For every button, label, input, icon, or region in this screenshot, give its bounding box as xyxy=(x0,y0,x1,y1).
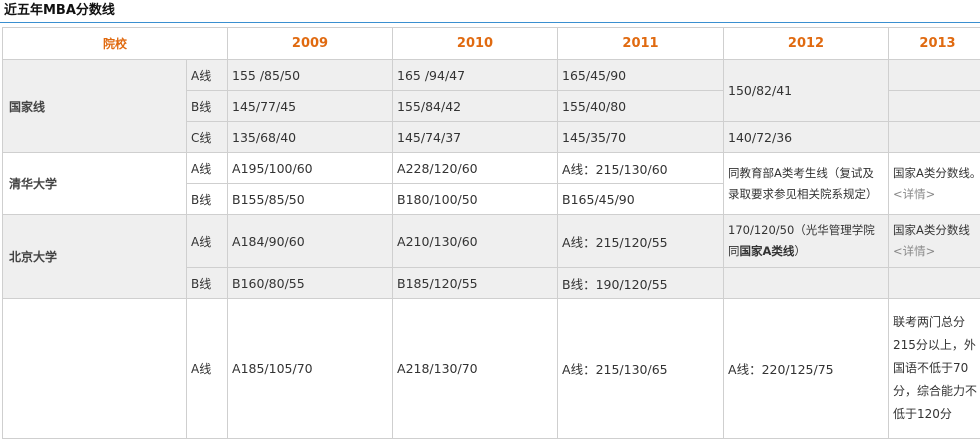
score-cell: A185/105/70 xyxy=(227,298,394,439)
score-cell: A195/100/60 xyxy=(227,152,394,184)
score-cell: 135/68/40 xyxy=(227,121,394,153)
score-cell: B155/85/50 xyxy=(227,183,394,215)
score-cell: A184/90/60 xyxy=(227,214,394,268)
note-text: ） xyxy=(794,244,806,258)
score-cell xyxy=(888,90,980,122)
header-year-2009: 2009 xyxy=(227,27,394,60)
page-title: 近五年MBA分数线 xyxy=(0,0,980,23)
note-text: 国家A类分数线 xyxy=(893,223,970,237)
score-note: 国家A类分数线。 <详情> xyxy=(888,152,980,215)
score-cell: 165/45/90 xyxy=(557,59,725,91)
line-type: A线 xyxy=(185,298,229,439)
line-type: C线 xyxy=(185,121,229,153)
header-year-2012: 2012 xyxy=(723,27,890,60)
mba-score-table: 院校 2009 2010 2011 2012 2013 国家线 A线 155 /… xyxy=(1,27,980,439)
header-year-2013: 2013 xyxy=(888,27,980,60)
score-cell: A线：215/130/65 xyxy=(557,298,725,439)
header-year-2011: 2011 xyxy=(557,27,725,60)
score-cell: A线：215/130/60 xyxy=(557,152,725,184)
school-unnamed xyxy=(2,298,187,439)
score-cell: 155 /85/50 xyxy=(227,59,394,91)
line-type: B线 xyxy=(185,183,229,215)
school-guojia: 国家线 xyxy=(2,59,187,153)
score-cell: B165/45/90 xyxy=(557,183,725,215)
header-year-2010: 2010 xyxy=(392,27,559,60)
score-note: 国家A类分数线 <详情> xyxy=(888,214,980,268)
score-cell xyxy=(888,59,980,91)
score-cell: A线：220/125/75 xyxy=(723,298,890,439)
score-note: 170/120/50（光华管理学院同国家A类线） xyxy=(723,214,890,268)
school-beida: 北京大学 xyxy=(2,214,187,299)
line-type: A线 xyxy=(185,59,229,91)
note-bold: 国家A类线 xyxy=(739,244,795,258)
score-cell: 145/77/45 xyxy=(227,90,394,122)
score-cell xyxy=(888,121,980,153)
score-cell: 165 /94/47 xyxy=(392,59,559,91)
score-cell: 145/74/37 xyxy=(392,121,559,153)
score-cell: A228/120/60 xyxy=(392,152,559,184)
line-type: B线 xyxy=(185,90,229,122)
school-qinghua: 清华大学 xyxy=(2,152,187,215)
line-type: A线 xyxy=(185,214,229,268)
score-cell: 145/35/70 xyxy=(557,121,725,153)
score-cell xyxy=(723,267,890,299)
score-cell: A线：215/120/55 xyxy=(557,214,725,268)
details-link[interactable]: <详情> xyxy=(893,244,935,258)
header-school: 院校 xyxy=(1,27,229,60)
details-link[interactable]: <详情> xyxy=(893,187,935,201)
score-cell: 155/84/42 xyxy=(392,90,559,122)
score-cell: 155/40/80 xyxy=(557,90,725,122)
score-cell xyxy=(888,267,980,299)
score-cell: B线：190/120/55 xyxy=(557,267,725,299)
line-type: A线 xyxy=(185,152,229,184)
score-note: 同教育部A类考生线（复试及录取要求参见相关院系规定） xyxy=(723,152,890,215)
score-cell: B180/100/50 xyxy=(392,183,559,215)
score-note: 联考两门总分215分以上，外国语不低于70分，综合能力不低于120分 xyxy=(888,298,980,439)
score-cell: A210/130/60 xyxy=(392,214,559,268)
score-cell: B185/120/55 xyxy=(392,267,559,299)
line-type: B线 xyxy=(185,267,229,299)
score-cell: 150/82/41 xyxy=(723,59,890,122)
score-cell: 140/72/36 xyxy=(723,121,890,153)
note-text: 国家A类分数线。 xyxy=(893,165,980,180)
score-cell: A218/130/70 xyxy=(392,298,559,439)
score-cell: B160/80/55 xyxy=(227,267,394,299)
